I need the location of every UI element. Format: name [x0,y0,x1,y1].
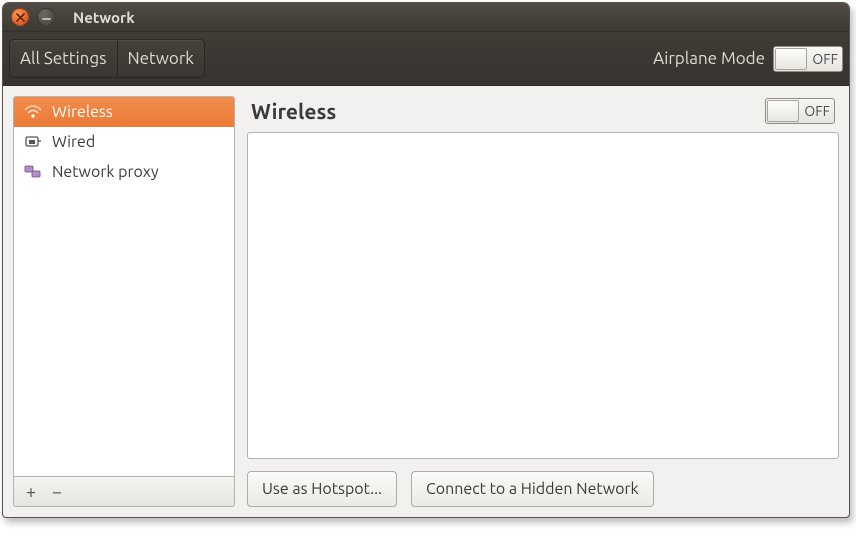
panel-title: Wireless [251,99,336,123]
toggle-knob [767,100,799,122]
wireless-state: OFF [804,103,830,119]
sidebar-item-wireless[interactable]: Wireless [14,97,234,127]
panel-actions: Use as Hotspot... Connect to a Hidden Ne… [247,459,839,507]
window-title: Network [73,9,135,26]
network-breadcrumb-button[interactable]: Network [118,39,205,78]
close-icon[interactable] [11,8,29,26]
proxy-icon [24,164,42,180]
content-area: Wireless Wired [3,86,849,517]
network-settings-window: Network All Settings Network Airplane Mo… [2,2,850,518]
connection-list: Wireless Wired [13,96,235,477]
all-settings-button[interactable]: All Settings [9,39,118,78]
add-connection-button[interactable]: + [20,481,42,503]
sidebar-item-label: Wired [52,133,95,151]
use-as-hotspot-button[interactable]: Use as Hotspot... [247,471,397,507]
airplane-mode-state: OFF [812,51,838,67]
main-panel: Wireless OFF Use as Hotspot... Connect t… [247,96,839,507]
titlebar[interactable]: Network [3,3,849,32]
toolbar: All Settings Network Airplane Mode OFF [3,32,849,86]
wifi-icon [24,104,42,120]
airplane-mode-label: Airplane Mode [653,49,765,68]
sidebar-item-label: Wireless [52,103,113,121]
minimize-icon[interactable] [37,8,55,26]
airplane-mode-toggle[interactable]: OFF [773,46,843,72]
remove-connection-button[interactable]: − [46,481,68,503]
panel-header: Wireless OFF [247,96,839,132]
sidebar-item-proxy[interactable]: Network proxy [14,157,234,187]
connect-hidden-network-button[interactable]: Connect to a Hidden Network [411,471,654,507]
breadcrumb: All Settings Network [9,39,205,78]
sidebar-item-label: Network proxy [52,163,159,181]
sidebar-item-wired[interactable]: Wired [14,127,234,157]
sidebar: Wireless Wired [13,96,235,507]
sidebar-footer: + − [13,477,235,507]
ethernet-icon [24,134,42,150]
wireless-networks-list[interactable] [247,132,839,459]
wireless-toggle[interactable]: OFF [765,98,835,124]
toggle-knob [775,48,807,70]
